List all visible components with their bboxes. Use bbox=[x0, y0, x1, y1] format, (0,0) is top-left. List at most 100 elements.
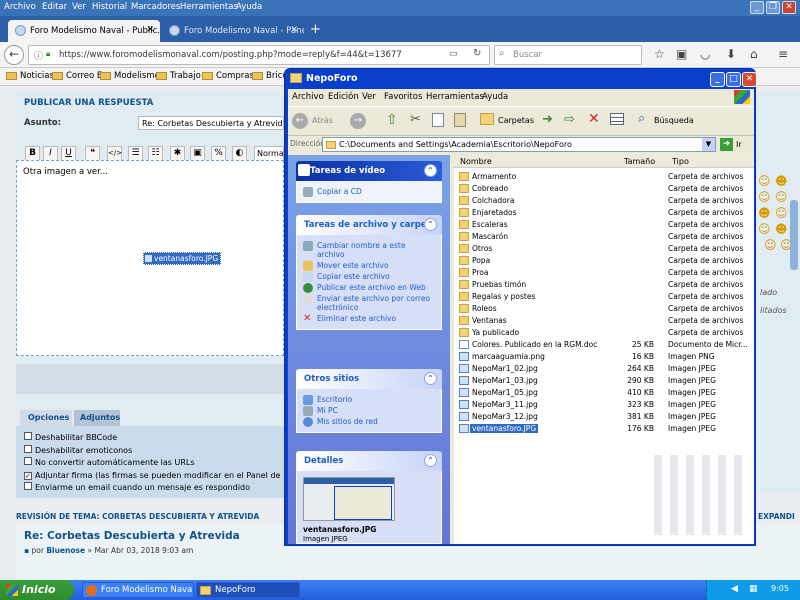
code-button[interactable]: </> bbox=[107, 146, 122, 161]
move-file-link[interactable]: Mover este archivo bbox=[303, 261, 435, 271]
checkbox[interactable] bbox=[24, 482, 32, 490]
underline-button[interactable]: U bbox=[61, 146, 76, 161]
other-places-header[interactable]: Otros sitios ⌃ bbox=[296, 369, 442, 389]
file-row[interactable]: Proa Carpeta de archivos bbox=[454, 267, 754, 279]
task-nepoforo[interactable]: NepoForo bbox=[196, 582, 300, 598]
paste-icon[interactable] bbox=[454, 113, 466, 127]
my-computer-link[interactable]: Mi PC bbox=[303, 406, 435, 416]
font-size-select[interactable]: Norma bbox=[254, 146, 284, 161]
delete-file-link[interactable]: ✕ Eliminar este archivo bbox=[303, 314, 435, 324]
collapse-icon[interactable]: ⌃ bbox=[424, 372, 437, 385]
file-row[interactable]: Armamento Carpeta de archivos bbox=[454, 171, 754, 183]
tab-opciones[interactable]: Opciones bbox=[20, 410, 72, 426]
file-row[interactable]: ventanasforo.JPG 176 KB Imagen JPEG bbox=[454, 423, 754, 435]
smiley-icon[interactable]: ☻ bbox=[775, 174, 788, 188]
bookmark-star-icon[interactable]: ☆ bbox=[654, 47, 665, 61]
delete-icon[interactable]: ✕ bbox=[588, 111, 600, 127]
file-row[interactable]: Enjaretados Carpeta de archivos bbox=[454, 207, 754, 219]
browser-tab-active[interactable]: Foro Modelismo Naval - Public... ✕ bbox=[8, 20, 160, 42]
menu-ver[interactable]: Ver bbox=[362, 92, 376, 102]
checkbox-checked[interactable]: ✓ bbox=[24, 471, 32, 480]
smiley-icon[interactable]: ☺ bbox=[775, 190, 788, 204]
close-tab-icon[interactable]: ✕ bbox=[146, 25, 154, 35]
network-link[interactable]: Mis sitios de red bbox=[303, 417, 435, 427]
pocket-icon[interactable]: ◡ bbox=[700, 47, 710, 61]
file-row[interactable]: Otros Carpeta de archivos bbox=[454, 243, 754, 255]
views-icon[interactable] bbox=[610, 113, 624, 125]
menu-historial[interactable]: Historial bbox=[92, 2, 127, 12]
bookmark-compras[interactable]: Compras bbox=[202, 71, 254, 81]
copy-file-link[interactable]: Copiar este archivo bbox=[303, 272, 435, 282]
file-row[interactable]: Mascarón Carpeta de archivos bbox=[454, 231, 754, 243]
file-row[interactable]: Ventanas Carpeta de archivos bbox=[454, 315, 754, 327]
maximize-icon[interactable]: □ bbox=[726, 72, 741, 87]
search-input[interactable]: ⌕ Buscar bbox=[494, 45, 642, 65]
checkbox[interactable] bbox=[24, 457, 32, 465]
column-name[interactable]: Nombre bbox=[460, 157, 492, 166]
file-row[interactable]: NepoMar1_05.jpg 410 KB Imagen JPEG bbox=[454, 387, 754, 399]
menu-icon[interactable]: ≡ bbox=[778, 47, 788, 61]
reading-list-icon[interactable]: ▣ bbox=[676, 47, 687, 61]
menu-herramientas[interactable]: Herramientas bbox=[180, 2, 238, 12]
reload-icon[interactable]: ↻ bbox=[473, 48, 481, 59]
go-button[interactable]: Ir bbox=[736, 140, 742, 149]
minimize-icon[interactable]: _ bbox=[750, 1, 764, 14]
publish-web-link[interactable]: Publicar este archivo en Web bbox=[303, 283, 435, 293]
file-row[interactable]: Regalas y postes Carpeta de archivos bbox=[454, 291, 754, 303]
folders-icon[interactable] bbox=[480, 113, 494, 125]
move-to-icon[interactable]: ➜ bbox=[542, 112, 553, 127]
option-row[interactable]: Enviarme un email cuando un mensaje es r… bbox=[24, 482, 280, 495]
menu-archivo[interactable]: Archivo bbox=[4, 2, 36, 12]
file-row[interactable]: marcaaguamia.png 16 KB Imagen PNG bbox=[454, 351, 754, 363]
checkbox[interactable] bbox=[24, 444, 32, 453]
browser-tab[interactable]: Foro Modelismo Naval - Panel ... ✕ bbox=[162, 20, 304, 42]
url-bar[interactable]: ⓘ 🔒︎ https://www.foromodelismonaval.com/… bbox=[28, 45, 490, 65]
bookmark-modelismo[interactable]: Modelismo bbox=[100, 71, 160, 81]
network-tray-icon[interactable]: ▦ bbox=[749, 584, 758, 594]
menu-marcadores[interactable]: Marcadores bbox=[131, 2, 180, 12]
image-button[interactable]: ▣ bbox=[190, 146, 205, 161]
ordered-list-button[interactable]: ☷ bbox=[148, 146, 163, 161]
email-file-link[interactable]: Enviar este archivo por correo electróni… bbox=[303, 294, 435, 312]
menu-ver[interactable]: Ver bbox=[72, 2, 86, 12]
smiley-icon[interactable]: ☺ bbox=[775, 206, 788, 220]
color-button[interactable]: ◐ bbox=[232, 146, 247, 161]
bold-button[interactable]: B bbox=[25, 146, 40, 161]
maximize-icon[interactable]: ❐ bbox=[766, 1, 780, 14]
info-icon[interactable]: ⓘ bbox=[34, 49, 43, 62]
option-row[interactable]: Deshabilitar BBCode bbox=[24, 432, 280, 445]
folders-button[interactable]: Carpetas bbox=[498, 116, 534, 125]
file-row[interactable]: NepoMar3_12.jpg 381 KB Imagen JPEG bbox=[454, 411, 754, 423]
new-tab-button[interactable]: + bbox=[310, 22, 321, 37]
close-tab-icon[interactable]: ✕ bbox=[290, 25, 298, 35]
smiley-icon[interactable]: ☻ bbox=[775, 222, 788, 236]
collapse-icon[interactable]: ⌃ bbox=[424, 218, 437, 231]
collapse-icon[interactable]: ⌃ bbox=[424, 164, 437, 177]
file-row[interactable]: Pruebas timón Carpeta de archivos bbox=[454, 279, 754, 291]
file-tasks-header[interactable]: Tareas de archivo y carpeta ⌃ bbox=[296, 215, 442, 235]
file-row[interactable]: Colchadora Carpeta de archivos bbox=[454, 195, 754, 207]
details-header[interactable]: Detalles ⌃ bbox=[296, 451, 442, 471]
menu-editar[interactable]: Editar bbox=[42, 2, 67, 12]
option-row[interactable]: Deshabilitar emoticonos bbox=[24, 444, 280, 458]
cut-icon[interactable]: ✂ bbox=[410, 112, 421, 127]
bookmark-correo[interactable]: Correo E bbox=[52, 71, 102, 81]
collapse-icon[interactable]: ⌃ bbox=[424, 454, 437, 467]
speaker-icon[interactable]: ◀ bbox=[731, 584, 738, 594]
copy-to-cd-link[interactable]: Copiar a CD bbox=[303, 187, 435, 197]
list-item-button[interactable]: ✱ bbox=[170, 146, 185, 161]
copy-to-icon[interactable]: ⇨ bbox=[564, 112, 575, 127]
column-size[interactable]: Tamaño bbox=[624, 157, 655, 166]
link-button[interactable]: % bbox=[211, 146, 226, 161]
menu-favoritos[interactable]: Favoritos bbox=[384, 92, 422, 102]
bookmark-noticias[interactable]: Noticias bbox=[6, 71, 54, 81]
start-button[interactable]: Inicio bbox=[0, 580, 74, 600]
review-expand-link[interactable]: EXPANDI bbox=[758, 512, 795, 521]
close-icon[interactable]: ✕ bbox=[782, 1, 796, 14]
close-icon[interactable]: ✕ bbox=[742, 72, 757, 87]
option-row[interactable]: ✓ Adjuntar firma (las firmas se pueden mo… bbox=[24, 470, 280, 483]
menu-edicion[interactable]: Edición bbox=[328, 92, 359, 102]
post-author[interactable]: Bluenose bbox=[46, 546, 85, 555]
search-icon[interactable]: ⌕ bbox=[638, 111, 645, 126]
explorer-titlebar[interactable]: NepoForo _ □ ✕ bbox=[288, 70, 757, 88]
